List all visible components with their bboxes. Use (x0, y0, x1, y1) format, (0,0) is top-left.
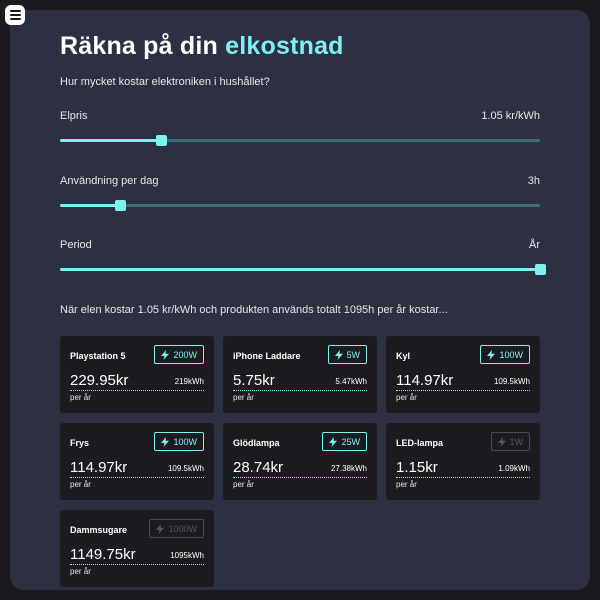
watt-label: 1000W (168, 523, 197, 534)
watt-label: 100W (499, 349, 523, 360)
product-name: Kyl (396, 351, 411, 361)
period-label: per år (396, 480, 417, 489)
product-card[interactable]: LED-lampa 1W 1.15kr 1.09kWh per år (386, 423, 540, 500)
calculator-panel: Räkna på din elkostnad Hur mycket kostar… (10, 10, 590, 590)
product-card[interactable]: Kyl 100W 114.97kr 109.5kWh per år (386, 336, 540, 413)
product-kwh: 109.5kWh (167, 464, 204, 473)
product-card[interactable]: iPhone Laddare 5W 5.75kr 5.47kWh per år (223, 336, 377, 413)
product-card[interactable]: Frys 100W 114.97kr 109.5kWh per år (60, 423, 214, 500)
watt-toggle-button[interactable]: 100W (154, 432, 204, 451)
lightning-bolt-icon (334, 349, 343, 360)
product-card[interactable]: Glödlampa 25W 28.74kr 27.38kWh per år (223, 423, 377, 500)
lightning-bolt-icon (161, 436, 170, 447)
watt-toggle-button[interactable]: 200W (154, 345, 204, 364)
product-cost: 1149.75kr (70, 546, 136, 563)
period-label: per år (70, 567, 91, 576)
period-label: per år (70, 393, 91, 402)
watt-label: 100W (173, 436, 197, 447)
hamburger-menu-icon[interactable] (5, 5, 25, 25)
slider-track[interactable] (60, 135, 540, 146)
product-name: Frys (70, 438, 90, 448)
watt-label: 1W (509, 436, 524, 447)
page-title: Räkna på din elkostnad (60, 32, 344, 61)
lightning-bolt-icon (156, 523, 165, 534)
period-label: per år (396, 393, 417, 402)
period-label: per år (233, 480, 254, 489)
slider-label: Period (60, 239, 92, 251)
dotted-divider (396, 477, 530, 478)
product-cost: 114.97kr (396, 372, 454, 389)
title-accent: elkostnad (225, 32, 344, 60)
slider-label: Elpris (60, 110, 88, 122)
title-main: Räkna på din (60, 32, 218, 60)
lightning-bolt-icon (487, 349, 496, 360)
lightning-bolt-icon (329, 436, 338, 447)
product-kwh: 109.5kWh (493, 377, 530, 386)
product-kwh: 5.47kWh (335, 377, 367, 386)
slider-track[interactable] (60, 264, 546, 275)
product-card[interactable]: Dammsugare 1000W 1149.75kr 1095kWh per år (60, 510, 214, 587)
lightning-bolt-icon (497, 436, 506, 447)
dotted-divider (233, 390, 367, 391)
slider-anvandning: Användning per dag 3h (60, 175, 540, 211)
slider-thumb[interactable] (115, 200, 126, 211)
watt-toggle-button[interactable]: 100W (480, 345, 530, 364)
product-name: LED-lampa (396, 438, 444, 448)
slider-fill (60, 139, 161, 142)
lightning-bolt-icon (161, 349, 170, 360)
watt-toggle-button[interactable]: 1000W (149, 519, 204, 538)
slider-value: 1.05 kr/kWh (481, 110, 540, 122)
product-kwh: 1095kWh (170, 551, 204, 560)
product-cost: 5.75kr (233, 372, 275, 389)
watt-toggle-button[interactable]: 5W (327, 345, 367, 364)
product-cost: 28.74kr (233, 459, 284, 476)
watt-label: 200W (173, 349, 197, 360)
summary-text: När elen kostar 1.05 kr/kWh och produkte… (60, 304, 448, 316)
dotted-divider (396, 390, 530, 391)
slider-fill (60, 204, 120, 207)
watt-label: 5W (346, 349, 361, 360)
period-label: per år (70, 480, 91, 489)
watt-toggle-button[interactable]: 1W (490, 432, 530, 451)
product-name: Dammsugare (70, 525, 128, 535)
product-kwh: 27.38kWh (330, 464, 367, 473)
slider-value: År (529, 239, 540, 251)
product-card[interactable]: Playstation 5 200W 229.95kr 219kWh per år (60, 336, 214, 413)
product-name: Playstation 5 (70, 351, 126, 361)
period-label: per år (233, 393, 254, 402)
product-name: Glödlampa (233, 438, 280, 448)
slider-fill (60, 268, 540, 271)
product-kwh: 219kWh (174, 377, 204, 386)
slider-track[interactable] (60, 200, 540, 211)
dotted-divider (233, 477, 367, 478)
dotted-divider (70, 477, 204, 478)
watt-toggle-button[interactable]: 25W (322, 432, 367, 451)
dotted-divider (70, 564, 204, 565)
slider-thumb[interactable] (155, 135, 167, 146)
slider-label: Användning per dag (60, 175, 159, 187)
product-kwh: 1.09kWh (498, 464, 530, 473)
slider-thumb[interactable] (535, 264, 546, 275)
product-cost: 229.95kr (70, 372, 129, 389)
watt-label: 25W (341, 436, 360, 447)
product-cost: 114.97kr (70, 459, 128, 476)
slider-period: Period År (60, 239, 546, 275)
page-subtitle: Hur mycket kostar elektroniken i hushåll… (60, 76, 270, 88)
slider-elpris: Elpris 1.05 kr/kWh (60, 110, 540, 146)
dotted-divider (70, 390, 204, 391)
product-cost: 1.15kr (396, 459, 438, 476)
slider-value: 3h (527, 175, 540, 187)
product-name: iPhone Laddare (233, 351, 301, 361)
